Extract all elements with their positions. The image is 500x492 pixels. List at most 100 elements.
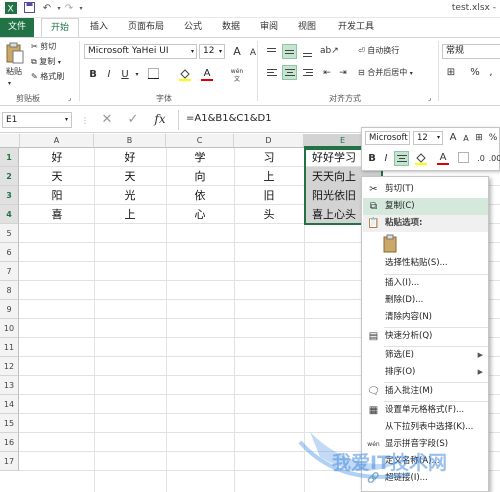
paste-dropdown-icon[interactable]: ▾ [8, 78, 11, 90]
row-header-5[interactable]: 5 [0, 224, 19, 243]
mini-italic-button[interactable]: I [379, 152, 393, 166]
decrease-indent-icon[interactable]: ⇤ [320, 66, 334, 80]
phonetic-guide-icon[interactable]: wén 文 [230, 68, 244, 83]
align-right-button[interactable] [300, 65, 315, 80]
cell-b3[interactable]: 光 [94, 186, 166, 205]
comma-button[interactable]: , [484, 66, 498, 80]
format-painter-button[interactable]: ✎ 格式刷 [31, 71, 64, 83]
menu-item-paste-special[interactable]: 选择性粘贴(S)... [363, 255, 488, 272]
column-header-a[interactable]: A [20, 134, 94, 148]
menu-item-delete[interactable]: 删除(D)... [363, 292, 488, 309]
enter-formula-icon[interactable]: ✓ [126, 113, 140, 127]
tab-view[interactable]: 视图 [290, 18, 324, 37]
mini-size-select[interactable]: 12 ▾ [413, 131, 443, 145]
tab-page-layout[interactable]: 页面布局 [120, 18, 172, 37]
cut-button[interactable]: ✂ 剪切 [31, 41, 56, 53]
cell-c2[interactable]: 向 [166, 167, 234, 186]
tab-data[interactable]: 数据 [214, 18, 248, 37]
cell-a2[interactable]: 天 [20, 167, 94, 186]
mini-decimal-decrease-icon[interactable]: .00 [488, 152, 500, 166]
mini-percent-icon[interactable]: % [486, 131, 500, 145]
cell-b1[interactable]: 好 [94, 148, 166, 167]
row-header-2[interactable]: 2 [0, 167, 19, 186]
menu-item-pick-from-list[interactable]: 从下拉列表中选择(K)... [363, 419, 488, 436]
select-all-corner[interactable] [0, 134, 20, 148]
mini-currency-icon[interactable]: ⊞ [472, 131, 486, 145]
row-header-10[interactable]: 10 [0, 319, 19, 338]
mini-borders-icon[interactable] [456, 152, 470, 166]
merge-center-button[interactable]: ⊟ 合并后居中 ▾ [358, 67, 413, 80]
cell-c4[interactable]: 心 [166, 205, 234, 224]
bold-button[interactable]: B [86, 68, 100, 82]
alignment-launcher-icon[interactable]: ⌟ [428, 92, 431, 104]
align-center-button[interactable] [282, 65, 297, 80]
grow-font-icon[interactable]: A [230, 45, 244, 59]
orientation-icon[interactable]: ab↗ [320, 44, 339, 58]
cancel-formula-icon[interactable]: ✕ [100, 113, 114, 127]
paste-icon[interactable] [6, 42, 24, 64]
column-header-c[interactable]: C [166, 134, 234, 148]
row-header-16[interactable]: 16 [0, 433, 19, 452]
menu-item-clear-contents[interactable]: 清除内容(N) [363, 309, 488, 326]
cell-d3[interactable]: 旧 [234, 186, 304, 205]
mini-grow-font-icon[interactable]: A [446, 131, 460, 145]
align-left-button[interactable] [264, 65, 279, 80]
font-size-select[interactable]: 12 ▾ [199, 44, 225, 59]
row-header-7[interactable]: 7 [0, 262, 19, 281]
menu-item-filter[interactable]: 筛选(E) ▶ [363, 347, 488, 364]
font-color-icon[interactable]: A [200, 67, 214, 81]
row-header-17[interactable]: 17 [0, 452, 19, 471]
menu-item-quick-analysis[interactable]: ▤ 快速分析(Q) [363, 328, 488, 345]
tab-developer[interactable]: 开发工具 [330, 18, 382, 37]
number-format-select[interactable]: 常规 [442, 44, 500, 59]
menu-item-cut[interactable]: ✂ 剪切(T) [363, 181, 488, 198]
clipboard-launcher-icon[interactable]: ⌟ [68, 92, 71, 104]
mini-bold-button[interactable]: B [365, 152, 379, 166]
row-header-1[interactable]: 1 [0, 148, 19, 167]
mini-font-color-icon[interactable]: A [436, 151, 450, 165]
row-header-8[interactable]: 8 [0, 281, 19, 300]
paste-option-icon[interactable] [383, 234, 401, 254]
tab-review[interactable]: 审阅 [252, 18, 286, 37]
cell-a1[interactable]: 好 [20, 148, 94, 167]
cell-a3[interactable]: 阳 [20, 186, 94, 205]
mini-align-center-button[interactable] [394, 151, 409, 166]
underline-dropdown-icon[interactable]: ▾ [130, 68, 144, 82]
row-header-4[interactable]: 4 [0, 205, 19, 224]
menu-item-sort[interactable]: 排序(O) ▶ [363, 364, 488, 381]
align-bottom-button[interactable] [300, 44, 315, 59]
row-header-11[interactable]: 11 [0, 338, 19, 357]
cell-d1[interactable]: 习 [234, 148, 304, 167]
menu-item-insert[interactable]: 插入(I)... [363, 275, 488, 292]
increase-indent-icon[interactable]: ⇥ [336, 66, 350, 80]
row-header-13[interactable]: 13 [0, 376, 19, 395]
mini-fill-color-icon[interactable] [414, 152, 428, 166]
mini-decimal-icon[interactable]: .0 [474, 152, 488, 166]
row-header-3[interactable]: 3 [0, 186, 19, 205]
menu-item-format-cells[interactable]: ▦ 设置单元格格式(F)... [363, 402, 488, 419]
insert-function-button[interactable]: fx [150, 112, 170, 126]
cell-d4[interactable]: 头 [234, 205, 304, 224]
copy-button[interactable]: ⧉ 复制 ▾ [31, 56, 61, 69]
font-name-select[interactable]: Microsoft YaHei UI ▾ [84, 44, 197, 59]
row-header-15[interactable]: 15 [0, 414, 19, 433]
row-header-6[interactable]: 6 [0, 243, 19, 262]
tab-file[interactable]: 文件 [0, 18, 34, 37]
cell-b2[interactable]: 天 [94, 167, 166, 186]
customize-quick-access-icon[interactable]: ▾ [74, 2, 88, 16]
menu-item-insert-comment[interactable]: 🗨 插入批注(M) [363, 383, 488, 400]
align-top-button[interactable] [264, 44, 279, 59]
row-header-14[interactable]: 14 [0, 395, 19, 414]
row-header-9[interactable]: 9 [0, 300, 19, 319]
align-middle-button[interactable] [282, 44, 297, 59]
cell-b4[interactable]: 上 [94, 205, 166, 224]
wrap-text-button[interactable]: ⏎ 自动换行 [358, 45, 399, 57]
paste-button[interactable]: 粘贴 [6, 66, 22, 78]
save-icon[interactable] [22, 2, 36, 16]
mini-font-select[interactable]: Microsoft [365, 131, 410, 145]
tab-insert[interactable]: 插入 [82, 18, 116, 37]
cell-a4[interactable]: 喜 [20, 205, 94, 224]
fill-color-icon[interactable] [178, 68, 192, 82]
name-box[interactable]: E1 ▾ [2, 112, 72, 128]
cell-d2[interactable]: 上 [234, 167, 304, 186]
